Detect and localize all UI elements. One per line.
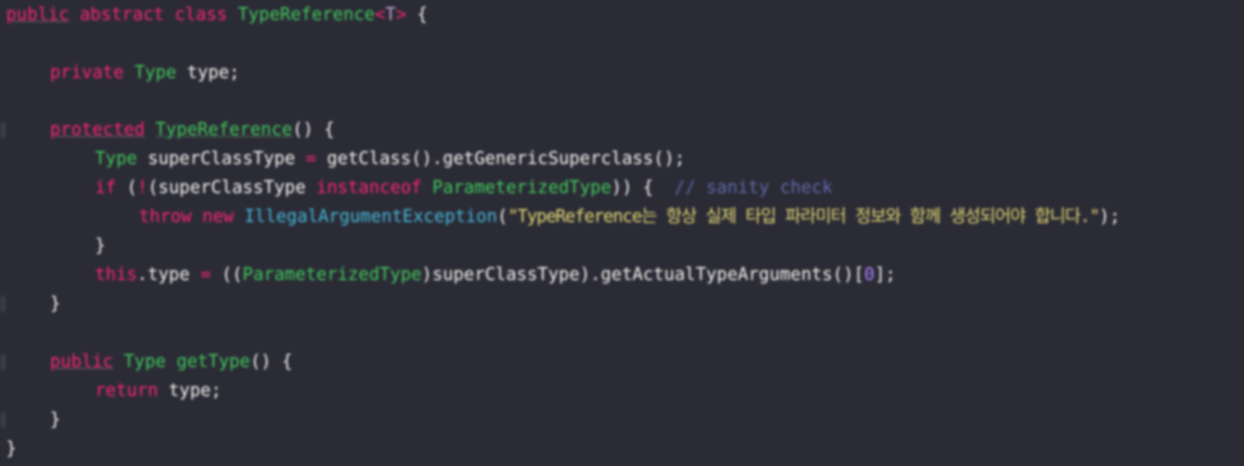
fold-marker[interactable] (0, 412, 6, 428)
keyword-throw: throw (139, 207, 192, 227)
code-line-15: } (50, 406, 61, 434)
code-line-7: if (!(superClassType instanceof Paramete… (95, 174, 833, 202)
code-line-3: private Type type; (50, 59, 240, 87)
close-brace: } (6, 439, 17, 459)
keyword-private: private (50, 63, 124, 83)
generic-open: < (374, 5, 386, 25)
return-value: type; (158, 381, 222, 401)
exception-class: IllegalArgumentException (244, 207, 498, 227)
code-comment: // sanity check (674, 178, 833, 198)
assign-operator: = (305, 149, 317, 169)
keyword-protected: protected (50, 120, 145, 140)
paren-close: )) { (611, 178, 675, 198)
method-params: () { (250, 352, 293, 372)
statement-end: ]; (874, 265, 896, 285)
variable-ref: (superClassType (147, 178, 317, 198)
fold-marker[interactable] (0, 296, 6, 312)
string-literal: "TypeReference는 항상 실제 타입 파라미터 정보와 함께 생성되… (507, 207, 1100, 227)
constructor-params: () { (292, 120, 335, 140)
keyword-instanceof: instanceof (316, 178, 422, 198)
class-name: TypeReference (237, 5, 375, 25)
code-line-5: protected TypeReference() { (50, 116, 335, 144)
code-editor[interactable]: public abstract class TypeReference<T> {… (0, 0, 1244, 466)
keyword-public: public (6, 5, 70, 25)
code-line-13: public Type getType() { (50, 348, 292, 376)
type-name: Type (123, 352, 166, 372)
assign-operator: = (200, 265, 211, 285)
keyword-this: this (95, 265, 138, 285)
code-line-9: } (95, 232, 106, 260)
close-brace: } (50, 410, 61, 430)
close-brace: } (95, 236, 106, 256)
code-line-11: } (50, 290, 61, 318)
keyword-abstract: abstract (79, 5, 165, 25)
field-decl: type; (176, 63, 240, 83)
constructor-name: TypeReference (155, 120, 293, 140)
code-line-14: return type; (95, 377, 221, 405)
cast-open: (( (210, 265, 243, 285)
code-line-1: public abstract class TypeReference<T> { (6, 1, 428, 29)
method-call: )superClassType).getActualTypeArguments(… (421, 265, 865, 285)
keyword-return: return (95, 381, 159, 401)
keyword-public: public (50, 352, 114, 372)
method-call: getClass().getGenericSuperclass(); (316, 149, 686, 169)
variable-decl: superClassType (137, 149, 306, 169)
code-line-8: throw new IllegalArgumentException("Type… (139, 203, 1120, 231)
paren: ( (497, 207, 508, 227)
code-line-16: } (6, 435, 17, 463)
fold-marker[interactable] (0, 354, 6, 370)
code-line-10: this.type = ((ParameterizedType)superCla… (95, 261, 896, 289)
fold-marker[interactable] (0, 122, 6, 138)
not-operator: ! (137, 178, 148, 198)
type-name: Type (134, 63, 177, 83)
keyword-new: new (202, 207, 234, 227)
number-literal: 0 (864, 265, 875, 285)
paren-close: ); (1099, 207, 1121, 227)
type-name: Type (95, 149, 138, 169)
keyword-if: if (95, 178, 117, 198)
close-brace: } (50, 294, 61, 314)
generic-close: > (395, 5, 407, 25)
open-brace: { (406, 5, 428, 25)
type-name: ParameterizedType (242, 265, 422, 285)
code-line-6: Type superClassType = getClass().getGene… (95, 145, 685, 173)
field-access: .type (137, 265, 201, 285)
keyword-class: class (174, 5, 228, 25)
type-name: ParameterizedType (432, 178, 612, 198)
generic-param: T (385, 5, 396, 25)
paren: ( (116, 178, 138, 198)
method-name: getType (176, 352, 251, 372)
